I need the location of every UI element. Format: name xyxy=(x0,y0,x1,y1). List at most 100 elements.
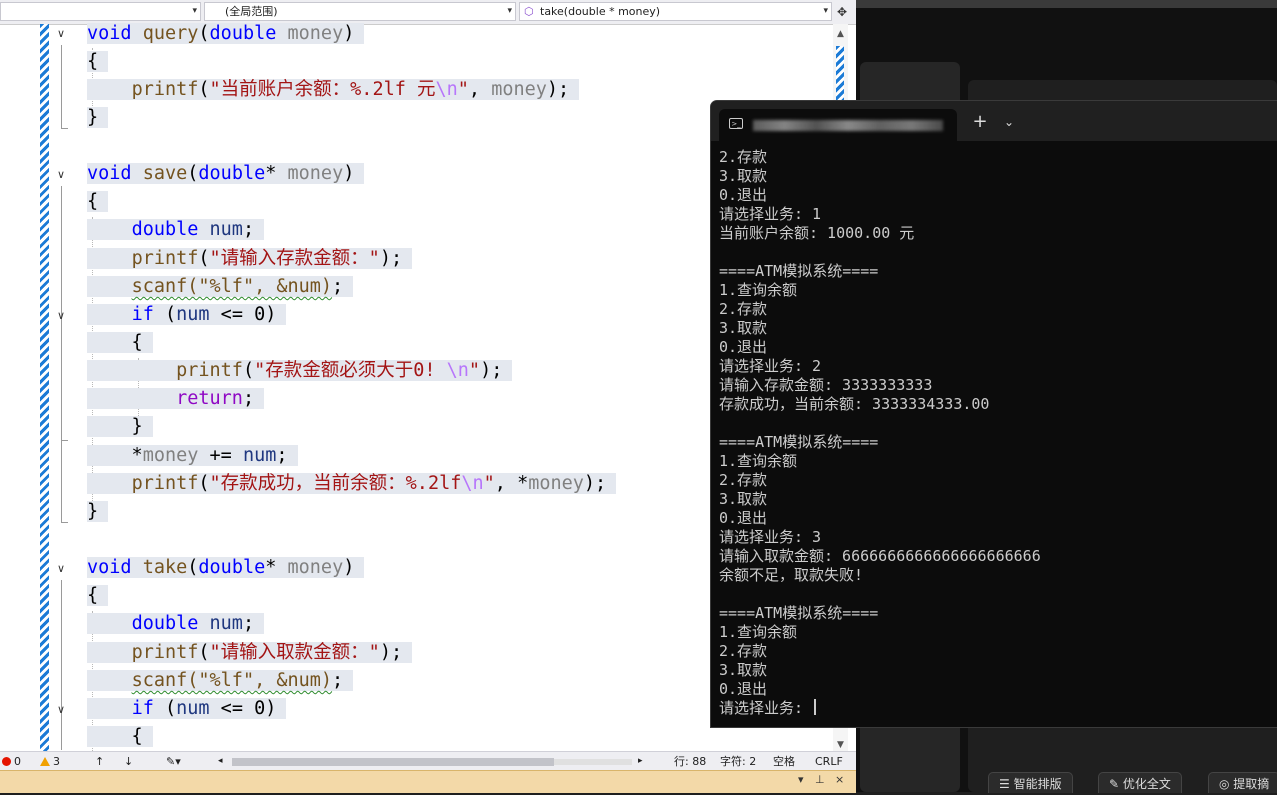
code-line[interactable]: printf("存款成功，当前余额：%.2lf\n", *money); xyxy=(87,470,617,498)
code-token: { xyxy=(87,332,143,353)
terminal-icon: >_ xyxy=(729,118,743,129)
code-token: { xyxy=(87,726,143,747)
chevron-down-icon[interactable]: ▾ xyxy=(798,773,804,786)
scope-dropdown[interactable]: (全局范围) ▾ xyxy=(204,2,516,21)
code-line[interactable]: { xyxy=(87,329,153,357)
code-line[interactable]: printf("请输入取款金额："); xyxy=(87,639,413,667)
code-line[interactable]: } xyxy=(87,104,109,132)
scroll-down-icon[interactable]: ▼ xyxy=(833,739,848,751)
code-line[interactable]: { xyxy=(87,188,109,216)
code-line[interactable]: if (num <= 0) xyxy=(87,695,287,723)
terminal-line: ====ATM模拟系统==== xyxy=(719,433,879,451)
code-line[interactable]: double num; xyxy=(87,216,265,244)
fold-toggle-icon[interactable]: ∨ xyxy=(54,27,68,41)
terminal-line: 请选择业务: 2 xyxy=(719,357,822,375)
optimize-text-button[interactable]: ✎ 优化全文 xyxy=(1098,772,1182,793)
code-token: return xyxy=(176,388,243,409)
scroll-up-icon[interactable]: ▲ xyxy=(833,28,848,40)
code-line[interactable]: } xyxy=(87,498,109,526)
code-line[interactable]: scanf("%lf", &num); xyxy=(87,273,354,301)
extract-summary-button[interactable]: ◎ 提取摘 xyxy=(1208,772,1277,793)
member-dropdown[interactable]: ⬡ take(double * money) ▾ xyxy=(519,2,832,21)
code-token: { xyxy=(87,51,99,72)
previous-issue-icon[interactable]: ↑ xyxy=(95,752,104,771)
next-issue-icon[interactable]: ↓ xyxy=(124,752,133,771)
code-line[interactable]: return; xyxy=(87,385,265,413)
code-token: ( xyxy=(242,360,255,381)
code-line[interactable]: printf("存款金额必须大于0! \n"); xyxy=(87,357,513,385)
scrollbar-thumb[interactable] xyxy=(232,758,554,766)
code-line[interactable]: *money += num; xyxy=(87,442,298,470)
project-dropdown[interactable]: ▾ xyxy=(0,2,201,21)
code-token: * xyxy=(265,557,288,578)
char-number[interactable]: 字符: 2 xyxy=(720,752,756,771)
code-line[interactable]: printf("当前账户余额：%.2lf 元\n", money); xyxy=(87,76,580,104)
code-line-highlight: } xyxy=(87,107,109,128)
code-token: " xyxy=(483,473,495,494)
code-line[interactable]: printf("请输入存款金额："); xyxy=(87,245,413,273)
code-token: } xyxy=(87,107,99,128)
terminal-line: 2.存款 xyxy=(719,642,768,660)
code-token: ( xyxy=(198,23,210,44)
terminal-line: 1.查询余额 xyxy=(719,452,798,470)
terminal-line: 余额不足，取款失败! xyxy=(719,566,864,584)
split-window-icon[interactable]: ✥ xyxy=(834,3,850,21)
code-token: save xyxy=(142,163,188,184)
code-token: " xyxy=(457,79,469,100)
terminal-tab[interactable]: >_ xyxy=(719,109,957,141)
smart-layout-button[interactable]: ☰ 智能排版 xyxy=(988,772,1073,793)
whitespace-mode[interactable]: 空格 xyxy=(773,752,795,771)
pin-icon[interactable]: ⊥ xyxy=(815,773,825,786)
fold-guide xyxy=(61,186,62,522)
code-token: ( xyxy=(198,642,210,663)
code-line[interactable]: void query(double money) xyxy=(87,20,365,48)
code-token: ); xyxy=(546,79,570,100)
code-line-highlight: void query(double money) xyxy=(87,23,365,44)
code-line[interactable]: if (num <= 0) xyxy=(87,301,287,329)
horizontal-scrollbar[interactable]: ◂ ▸ xyxy=(218,756,648,767)
tab-dropdown-button[interactable]: ⌄ xyxy=(999,112,1019,132)
code-line[interactable]: { xyxy=(87,48,109,76)
scroll-left-icon[interactable]: ◂ xyxy=(218,752,223,771)
terminal-line: 请输入取款金额: 6666666666666666666666 xyxy=(719,547,1041,565)
code-token: "存款金额必须大于0! xyxy=(254,360,447,381)
fold-toggle-icon[interactable]: ∨ xyxy=(54,168,68,182)
code-line[interactable]: void save(double* money) xyxy=(87,160,365,188)
code-token: <= 0) xyxy=(209,304,277,325)
code-token: printf xyxy=(131,642,199,663)
code-line[interactable]: } xyxy=(87,413,153,441)
code-token: ( xyxy=(187,557,199,578)
code-token: { xyxy=(87,585,99,606)
code-line[interactable]: void take(double* money) xyxy=(87,554,365,582)
code-line-highlight: if (num <= 0) xyxy=(87,304,287,325)
fold-toggle-icon[interactable]: ∨ xyxy=(54,562,68,576)
warning-icon xyxy=(40,757,50,766)
line-ending[interactable]: CRLF xyxy=(815,752,843,771)
fold-toggle-icon[interactable]: ∨ xyxy=(54,309,68,323)
text-cursor xyxy=(814,699,817,715)
line-number[interactable]: 行: 88 xyxy=(674,752,706,771)
terminal-output[interactable]: 2.存款 3.取款 0.退出 请选择业务: 1 当前账户余额: 1000.00 元 ==… xyxy=(719,148,1041,718)
new-tab-button[interactable]: + xyxy=(969,112,991,132)
code-token: "存款成功，当前余额：%.2lf xyxy=(209,473,462,494)
warning-count[interactable]: 3 xyxy=(40,752,60,771)
fold-toggle-icon[interactable]: ∨ xyxy=(54,703,68,717)
scroll-right-icon[interactable]: ▸ xyxy=(638,752,643,771)
code-line[interactable]: { xyxy=(87,723,153,751)
code-line[interactable]: double num; xyxy=(87,610,265,638)
code-token: num xyxy=(242,445,277,466)
close-icon[interactable]: × xyxy=(835,773,844,786)
terminal-line: 2.存款 xyxy=(719,148,768,166)
error-count[interactable]: 0 xyxy=(2,752,21,771)
code-token: double xyxy=(198,557,266,578)
code-cleanup-icon[interactable]: ✎▾ xyxy=(166,752,181,771)
code-line-highlight: void take(double* money) xyxy=(87,557,365,578)
terminal-line: ====ATM模拟系统==== xyxy=(719,604,879,622)
code-line[interactable]: scanf("%lf", &num); xyxy=(87,667,354,695)
code-token: ( xyxy=(187,163,199,184)
code-line[interactable]: { xyxy=(87,582,109,610)
